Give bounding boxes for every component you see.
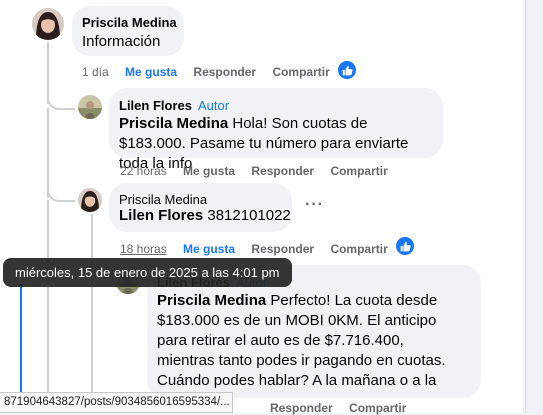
author-badge: Autor <box>197 98 230 113</box>
comment-text: Información <box>82 33 161 50</box>
comment-time[interactable]: 1 día <box>82 65 109 79</box>
like-button[interactable]: Me gusta <box>125 65 177 79</box>
avatar[interactable] <box>78 188 102 212</box>
comment-author[interactable]: Priscila Medina <box>119 192 207 207</box>
comment-bubble: Lilen Flores Autor Priscila Medina Hola! … <box>109 88 443 172</box>
avatar-image <box>78 188 102 212</box>
mention-link[interactable]: Priscila Medina <box>119 115 228 132</box>
comment-text: Lilen Flores 3812101022 <box>119 206 291 226</box>
thread-line <box>47 200 49 394</box>
link-status-bar: 871904643827/posts/9034856016595334/... <box>0 392 233 413</box>
comment-bubble: Priscila Medina Lilen Flores 3812101022 <box>109 183 292 232</box>
share-button[interactable]: Compartir <box>330 164 387 178</box>
scroll-indicator <box>20 284 22 394</box>
share-button[interactable]: Compartir <box>272 65 329 79</box>
like-thumb-icon[interactable] <box>338 61 356 79</box>
comment-author[interactable]: Lilen Flores <box>119 98 192 113</box>
like-thumb-icon[interactable] <box>396 237 414 255</box>
comment-actions: 18 horas Me gusta Responder Compartir <box>120 242 401 256</box>
comment-author[interactable]: Priscila Medina <box>82 15 177 30</box>
more-options-icon[interactable]: ··· <box>305 196 324 214</box>
comment-bubble: Priscila Medina Información <box>72 6 184 56</box>
timestamp-tooltip: miércoles, 15 de enero de 2025 a las 4:0… <box>3 258 292 287</box>
avatar-image <box>78 95 102 119</box>
reply-button[interactable]: Responder <box>251 164 314 178</box>
like-button[interactable]: Me gusta <box>183 242 235 256</box>
thread-elbow <box>47 92 75 110</box>
like-button[interactable]: Me gusta <box>183 164 235 178</box>
reply-button[interactable]: Responder <box>251 242 314 256</box>
share-button[interactable]: Compartir <box>330 242 387 256</box>
comment-body: 3812101022 <box>203 207 291 224</box>
avatar[interactable] <box>32 8 64 40</box>
comment-header: Lilen Flores Autor <box>119 97 229 115</box>
reply-button[interactable]: Responder <box>193 65 256 79</box>
thread-line <box>91 214 93 394</box>
mention-link[interactable]: Priscila Medina <box>157 292 266 309</box>
mention-link[interactable]: Lilen Flores <box>119 207 203 224</box>
avatar[interactable] <box>78 95 102 119</box>
right-gutter <box>523 0 543 413</box>
comment-time[interactable]: 22 horas <box>120 164 167 178</box>
comment-time[interactable]: 18 horas <box>120 242 167 256</box>
comment-actions: 22 horas Me gusta Responder Compartir <box>120 164 401 178</box>
avatar-image <box>32 8 64 40</box>
thread-elbow <box>47 184 75 202</box>
comment-actions: 1 día Me gusta Responder Compartir <box>82 65 343 79</box>
